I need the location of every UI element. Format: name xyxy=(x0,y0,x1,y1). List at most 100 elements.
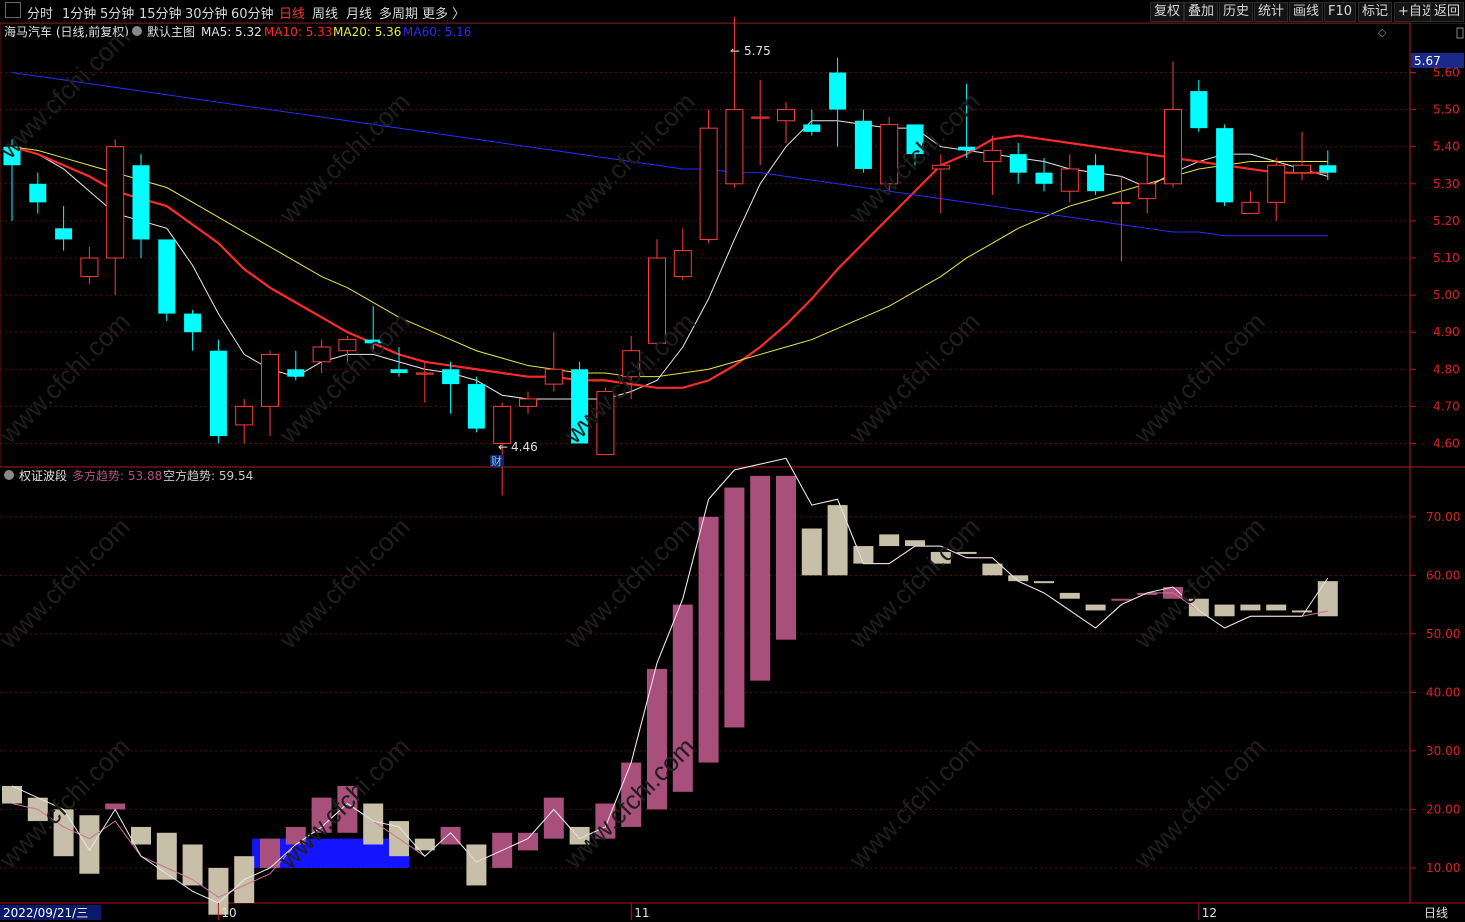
indicator-bar xyxy=(1034,581,1054,584)
candle xyxy=(1138,154,1157,214)
candle-body-down xyxy=(1216,128,1234,203)
indicator-bar xyxy=(466,844,487,886)
candle xyxy=(544,332,563,392)
indicator-bar xyxy=(543,797,564,839)
indicator-toggle-icon[interactable] xyxy=(4,470,14,480)
candle xyxy=(467,376,485,433)
y-tick-label: 4.90 xyxy=(1433,325,1460,339)
svg-text:www.cfchi.com: www.cfchi.com xyxy=(272,86,415,229)
y-tick-label: 60.00 xyxy=(1426,568,1460,582)
indicator-bar xyxy=(1240,604,1261,611)
candle xyxy=(725,16,744,188)
indicator-bar xyxy=(724,487,745,728)
candle xyxy=(519,391,537,414)
indicator-bar xyxy=(440,826,461,845)
ma20-label: MA20: 5.36 xyxy=(333,25,401,39)
indicator-bar xyxy=(1059,592,1080,599)
ma5-label: MA5: 5.32 xyxy=(201,25,262,39)
candle-body-up xyxy=(1060,168,1079,192)
candle xyxy=(287,350,305,381)
candle-body-down xyxy=(158,239,176,314)
indicator-bar xyxy=(982,563,1003,576)
candle xyxy=(184,309,202,351)
svg-text:www.cfchi.com: www.cfchi.com xyxy=(842,511,985,654)
candle-body-down xyxy=(442,369,460,385)
candle-body-up xyxy=(1293,164,1311,174)
y-tick-label: 5.10 xyxy=(1433,251,1460,265)
candle xyxy=(80,246,99,284)
y-tick-label: 5.30 xyxy=(1433,177,1460,191)
diamond-icon[interactable]: ◇ xyxy=(1378,26,1387,39)
candle-body-down xyxy=(1035,172,1053,184)
candle xyxy=(312,339,331,373)
candle-body-up xyxy=(1112,201,1131,205)
scroll-icon[interactable] xyxy=(1456,27,1464,39)
y-tick-label: 10.00 xyxy=(1426,861,1460,875)
indicator-bar xyxy=(1085,604,1106,611)
candle-body-up xyxy=(751,116,770,119)
candle xyxy=(983,135,1002,195)
candle xyxy=(235,398,254,444)
stock-chart[interactable]: 海马汽车 (日线,前复权) 默认主图 MA5: 5.32 MA10: 5.33 … xyxy=(0,0,1465,922)
indicator-bar xyxy=(698,516,719,763)
candle xyxy=(1241,191,1260,214)
low-marker: 4.46 xyxy=(511,440,538,454)
candle-body-down xyxy=(467,384,485,429)
candle-body-down xyxy=(958,146,976,151)
indicator-bar xyxy=(1214,604,1235,617)
indicator-bar xyxy=(1111,598,1132,601)
candle xyxy=(29,172,47,214)
candle xyxy=(106,139,125,296)
candle xyxy=(1009,142,1027,184)
candle xyxy=(1087,154,1105,195)
candle-body-down xyxy=(1319,165,1337,173)
x-month-label: 10 xyxy=(221,906,236,920)
y-tick-label: 70.00 xyxy=(1426,510,1460,524)
candle-body-down xyxy=(390,369,408,373)
indicator-bar xyxy=(879,534,900,547)
y-tick-label: 30.00 xyxy=(1426,744,1460,758)
candle-body-down xyxy=(132,165,150,240)
indicator-name: 权证波段 xyxy=(19,468,67,483)
candle xyxy=(673,228,692,281)
y-tick-label: 4.60 xyxy=(1433,436,1460,450)
candle-body-up xyxy=(106,146,125,259)
template-toggle-icon[interactable] xyxy=(132,26,142,36)
candle xyxy=(1190,79,1208,132)
indicator-bar xyxy=(363,803,384,845)
candle-body-up xyxy=(1267,164,1286,203)
candle-body-up xyxy=(312,346,331,363)
indicator-bar xyxy=(1317,581,1338,617)
candle xyxy=(699,109,718,244)
candle xyxy=(55,206,73,251)
indicator-bar xyxy=(776,475,796,640)
candle xyxy=(1293,131,1311,181)
candle-body-up xyxy=(1164,109,1182,185)
candle-body-up xyxy=(1241,201,1260,214)
indicator-bar xyxy=(1266,604,1287,611)
svg-text:www.cfchi.com: www.cfchi.com xyxy=(557,731,700,874)
long-trend-label: 多方趋势: 53.88 xyxy=(72,468,162,483)
main-y-axis-labels: 5.60 5.50 5.40 5.30 5.20 5.10 5.00 4.90 4.80 4.70… xyxy=(1410,66,1460,450)
indicator-bar xyxy=(853,546,874,564)
y-tick-label: 5.00 xyxy=(1433,288,1460,302)
candle xyxy=(1319,150,1337,181)
candle-body-down xyxy=(29,183,47,203)
candle-body-up xyxy=(80,257,99,278)
sub-y-axis-labels: 70.00 60.00 50.00 40.00 30.00 20.00 10.00 xyxy=(1410,510,1460,875)
candle-body-down xyxy=(1190,91,1208,129)
candle-body-up xyxy=(235,405,254,426)
period-label: 日线 xyxy=(1424,906,1448,920)
candle-body-down xyxy=(829,72,847,110)
candle xyxy=(1164,61,1182,188)
candle-body-up xyxy=(725,109,744,185)
candle xyxy=(1216,124,1234,207)
y-tick-label: 5.20 xyxy=(1433,214,1460,228)
high-marker-arrow: ↼ xyxy=(730,44,740,58)
svg-text:www.cfchi.com: www.cfchi.com xyxy=(1127,731,1270,874)
y-tick-label: 20.00 xyxy=(1426,802,1460,816)
x-axis-month-labels: 10 11 12 xyxy=(217,903,1217,920)
candle-body-down xyxy=(184,313,202,333)
indicator-bar xyxy=(156,832,177,880)
candle xyxy=(777,102,795,143)
